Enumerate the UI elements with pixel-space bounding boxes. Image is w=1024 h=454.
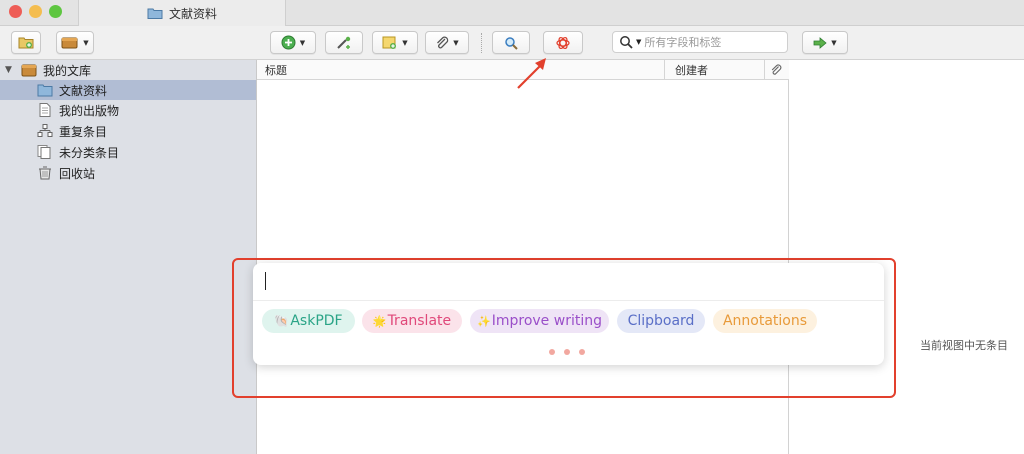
duplicate-icon — [37, 124, 53, 138]
note-icon — [382, 36, 397, 49]
search-input[interactable] — [644, 35, 775, 49]
plus-circle-icon — [281, 35, 296, 50]
search-icon — [620, 36, 633, 49]
trash-icon — [37, 166, 53, 180]
magic-wand-icon — [337, 36, 351, 49]
title-bar: 文献资料 — [0, 0, 1024, 26]
sidebar-item-collection[interactable]: 文献资料 — [0, 80, 256, 100]
chevron-down-icon: ▼ — [402, 38, 408, 47]
document-icon — [37, 103, 53, 117]
close-window-button[interactable] — [9, 5, 22, 18]
toolbar-separator — [481, 33, 482, 53]
sidebar-item-label: 我的出版物 — [59, 103, 120, 118]
sidebar-item-my-publications[interactable]: 我的出版物 — [0, 100, 256, 120]
chip-label: AskPDF — [290, 313, 343, 329]
disclosure-triangle-icon[interactable]: ▼ — [5, 65, 17, 75]
empty-message: 当前视图中无条目 — [920, 339, 1008, 352]
dot — [549, 349, 555, 355]
search-mode-chevron-icon[interactable]: ▼ — [636, 38, 641, 46]
sidebar-item-unfiled[interactable]: 未分类条目 — [0, 142, 256, 162]
search-field[interactable]: ▼ — [612, 31, 788, 53]
chat-input[interactable] — [253, 263, 884, 301]
column-header-creator[interactable]: 创建者 — [665, 60, 765, 80]
new-note-button[interactable]: ▼ — [372, 31, 418, 54]
dot — [579, 349, 585, 355]
collections-sidebar: ▼ 我的文库 文献资料 我的出版物 重复条目 未分类条目 回收站 — [0, 60, 257, 454]
locate-button[interactable]: ▼ — [802, 31, 848, 54]
sparkles-icon: ✨ — [477, 314, 491, 328]
chip-improve-writing[interactable]: ✨ Improve writing — [470, 309, 609, 333]
tab-title: 文献资料 — [168, 6, 217, 21]
sidebar-item-label: 重复条目 — [59, 124, 108, 139]
library-menu-icon — [61, 37, 78, 49]
more-options-dots[interactable] — [549, 349, 585, 355]
chat-popup: 🐚 AskPDF 🌟 Translate ✨ Improve writing C… — [253, 263, 884, 365]
zoom-window-button[interactable] — [49, 5, 62, 18]
chip-label: Clipboard — [627, 313, 695, 329]
add-attachment-button[interactable]: ▼ — [425, 31, 469, 54]
magnifier-icon — [505, 36, 518, 50]
advanced-search-button[interactable] — [492, 31, 530, 54]
tab-collection[interactable]: 文献资料 — [78, 0, 286, 26]
chip-askpdf[interactable]: 🐚 AskPDF — [262, 309, 355, 333]
sidebar-item-label: 文献资料 — [59, 83, 108, 98]
chevron-down-icon: ▼ — [453, 38, 459, 47]
sidebar-item-label: 我的文库 — [43, 63, 92, 78]
add-by-identifier-button[interactable] — [325, 31, 363, 54]
chip-translate[interactable]: 🌟 Translate — [362, 309, 462, 333]
chip-label: Translate — [387, 313, 452, 329]
column-header-attachments[interactable] — [765, 60, 789, 80]
chip-clipboard[interactable]: Clipboard — [617, 309, 705, 333]
chip-label: Improve writing — [491, 313, 602, 329]
new-library-menu-button[interactable]: ▼ — [56, 31, 94, 54]
arrow-right-icon — [813, 36, 827, 49]
minimize-window-button[interactable] — [29, 5, 42, 18]
chip-label: Annotations — [722, 313, 808, 329]
chevron-down-icon: ▼ — [83, 38, 89, 47]
text-cursor — [265, 272, 266, 290]
sidebar-item-duplicates[interactable]: 重复条目 — [0, 121, 256, 141]
chatgpt-button[interactable] — [543, 31, 583, 54]
chip-annotations[interactable]: Annotations — [713, 309, 817, 333]
paperclip-icon — [771, 64, 782, 75]
unfiled-icon — [37, 145, 53, 159]
new-collection-button[interactable] — [11, 31, 41, 54]
folder-icon — [147, 7, 163, 19]
column-header-title[interactable]: 标题 — [257, 60, 665, 80]
sidebar-item-my-library[interactable]: ▼ 我的文库 — [0, 60, 256, 80]
dot — [564, 349, 570, 355]
annotation-arrow-icon — [517, 58, 546, 89]
openai-icon — [556, 36, 570, 49]
star-icon: 🌟 — [372, 314, 387, 328]
library-icon — [21, 63, 37, 77]
folder-add-icon — [18, 37, 34, 49]
chevron-down-icon: ▼ — [831, 38, 837, 47]
sidebar-item-trash[interactable]: 回收站 — [0, 163, 256, 183]
new-item-button[interactable]: ▼ — [270, 31, 316, 54]
paperclip-icon — [437, 36, 449, 48]
sidebar-item-label: 未分类条目 — [59, 145, 120, 160]
chevron-down-icon: ▼ — [299, 38, 306, 47]
folder-icon — [37, 83, 53, 97]
sidebar-item-label: 回收站 — [59, 166, 96, 181]
shell-icon: 🐚 — [274, 314, 290, 328]
